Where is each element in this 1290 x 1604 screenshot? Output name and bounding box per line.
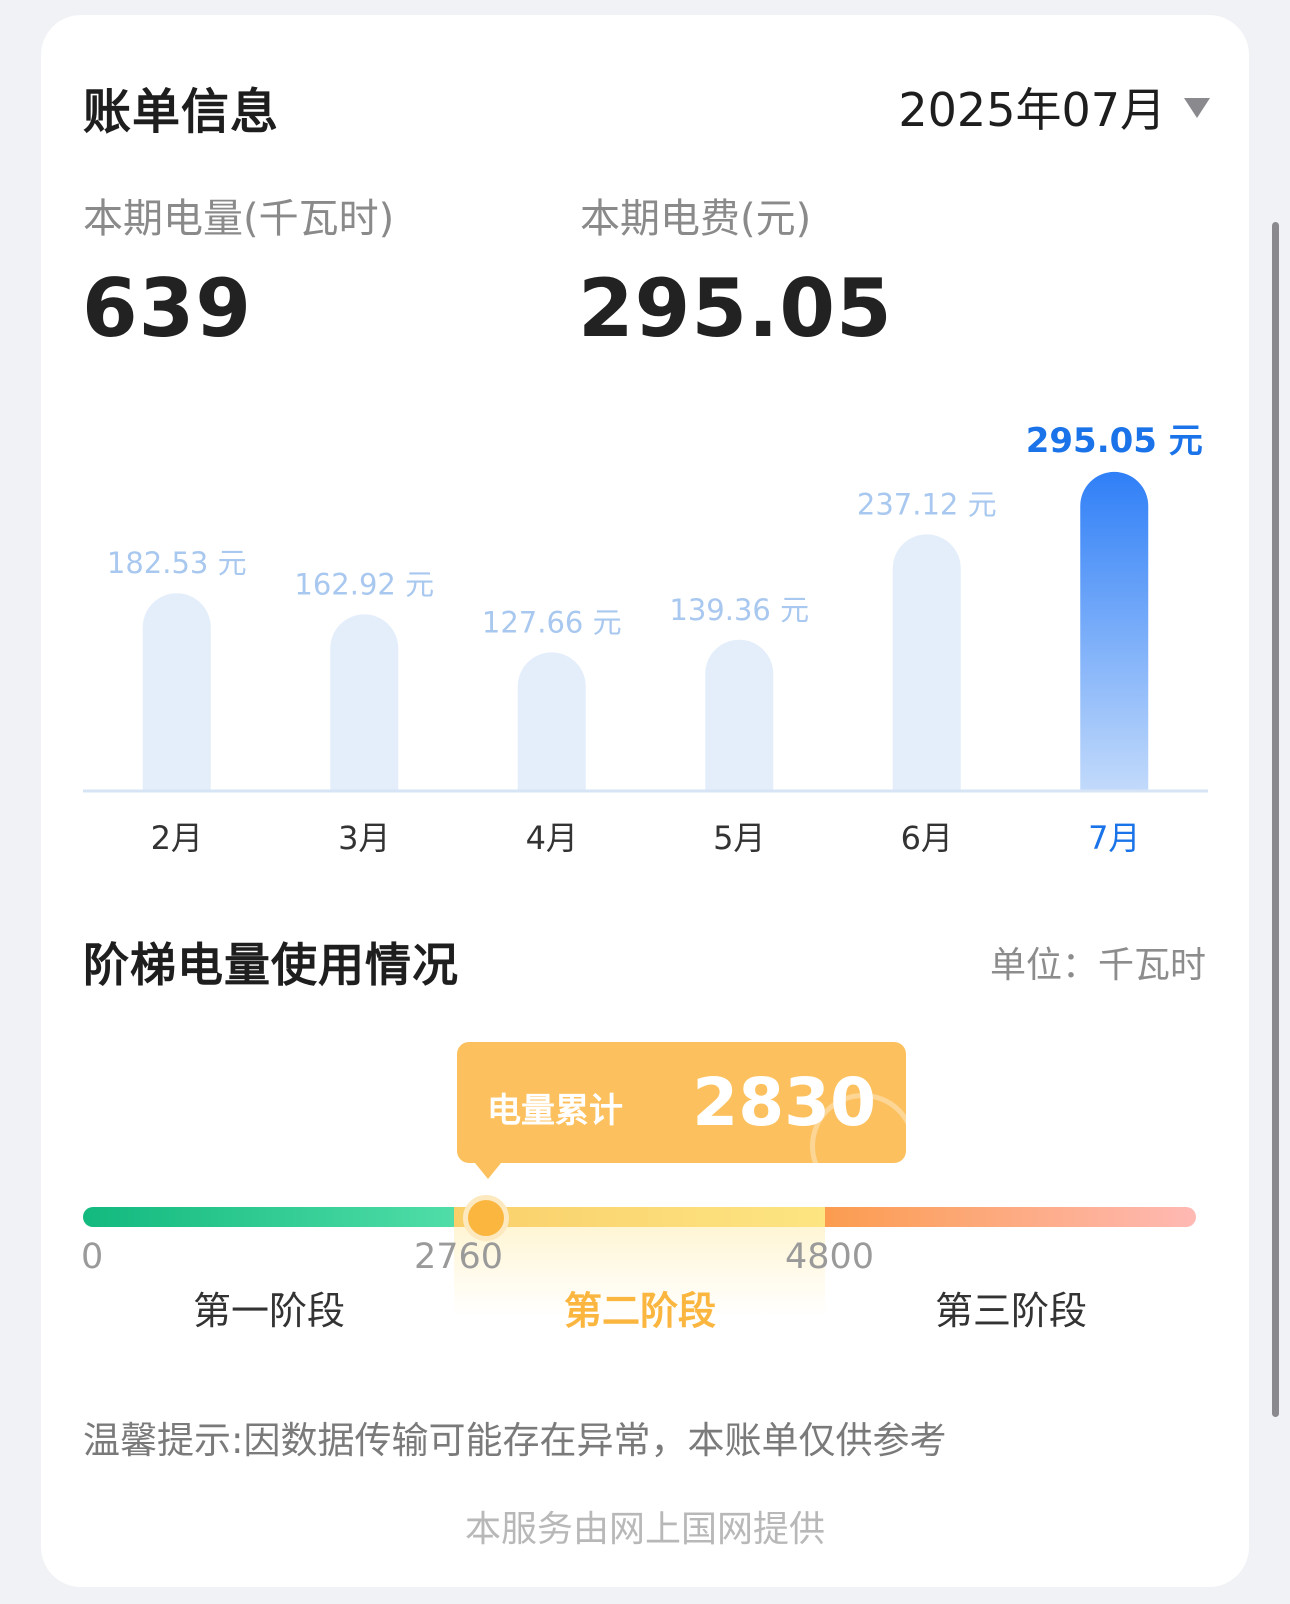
bar-value-label: 295.05 元 [1026, 421, 1203, 461]
monthly-fee-chart: 182.53 元 2月 162.92 元 3月 127.66 元 4月 139.36 元 5月… [83, 421, 1208, 857]
bar-value-label: 162.92 元 [294, 567, 434, 601]
bar-4月[interactable] [517, 652, 586, 790]
bar-value-label: 182.53 元 [107, 546, 247, 580]
tier-unit-label: 单位：千瓦时 [989, 945, 1206, 986]
stage-1-bar [83, 1207, 454, 1227]
footer-text: 本服务由网上国网提供 [464, 1509, 825, 1550]
x-axis-tick-label[interactable]: 4月 [526, 819, 578, 857]
usage-total-tooltip: 电量累计 2830 [457, 1042, 906, 1163]
tier-section-title: 阶梯电量使用情况 [83, 938, 459, 992]
stage-1-label: 第一阶段 [193, 1289, 346, 1333]
bar-6月[interactable] [892, 534, 961, 790]
bar-2月[interactable] [142, 593, 211, 790]
usage-marker[interactable] [463, 1195, 509, 1241]
bar-value-label: 127.66 元 [482, 605, 622, 639]
x-axis-tick-label[interactable]: 5月 [713, 819, 765, 857]
notice-text: 温馨提示:因数据传输可能存在异常，本账单仅供参考 [83, 1419, 947, 1462]
x-axis-tick-label[interactable]: 6月 [901, 819, 953, 857]
stage-2-label: 第二阶段 [564, 1289, 717, 1333]
bar-7月[interactable] [1080, 471, 1149, 790]
stage-3-label: 第三阶段 [935, 1289, 1088, 1333]
bar-3月[interactable] [330, 614, 399, 790]
stage-2-bar [454, 1207, 825, 1227]
tick-4800: 4800 [785, 1237, 875, 1277]
tick-2760: 2760 [414, 1237, 504, 1277]
x-axis-tick-label[interactable]: 7月 [1088, 819, 1140, 857]
tooltip-pointer [475, 1163, 501, 1179]
tick-0: 0 [81, 1237, 104, 1277]
stage-3-bar [825, 1207, 1196, 1227]
tooltip-label: 电量累计 [487, 1091, 623, 1131]
bar-5月[interactable] [705, 639, 774, 790]
x-axis-tick-label[interactable]: 3月 [338, 819, 390, 857]
bar-value-label: 237.12 元 [857, 487, 997, 521]
bar-value-label: 139.36 元 [669, 593, 809, 627]
x-axis-tick-label[interactable]: 2月 [151, 819, 203, 857]
